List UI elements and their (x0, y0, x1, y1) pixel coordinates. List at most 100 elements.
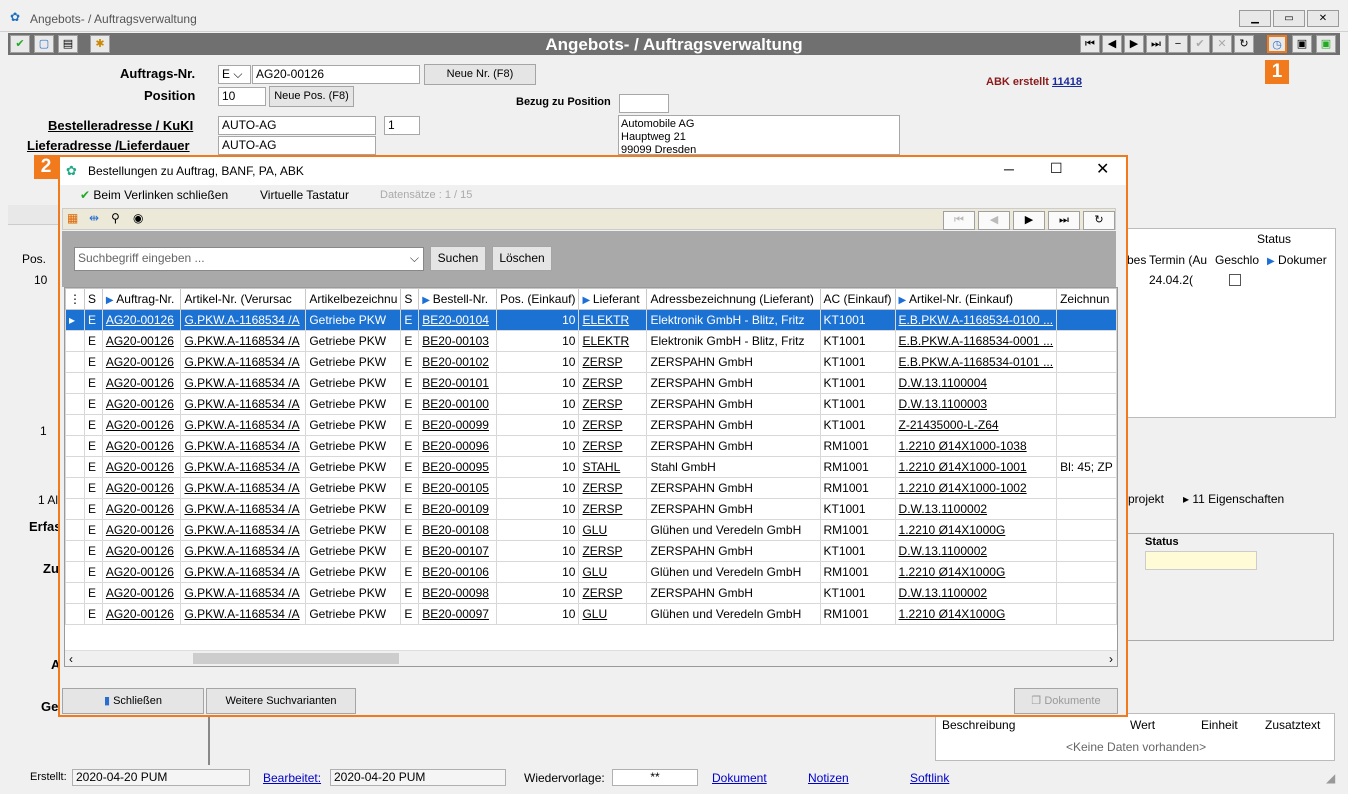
dialog-close-icon[interactable]: ✕ (1096, 159, 1109, 179)
prev-record-icon[interactable]: ◀ (1102, 35, 1122, 53)
besteller-field[interactable]: AUTO-AG (218, 116, 376, 135)
table-cell[interactable]: ZERSP (578, 393, 648, 415)
table-cell[interactable]: AG20-00126 (101, 498, 182, 520)
cancel-record-icon[interactable]: ✕ (1212, 35, 1232, 53)
table-cell[interactable]: ELEKTR (578, 309, 648, 331)
table-cell[interactable]: ZERSP (578, 477, 648, 499)
table-cell[interactable]: BE20-00100 (418, 393, 498, 415)
box-icon[interactable]: ▣ (1292, 35, 1312, 53)
bezug-field[interactable] (619, 94, 669, 113)
table-cell[interactable]: G.PKW.A-1168534 /A (180, 435, 307, 457)
liefer-label[interactable]: Lieferadresse /Lieferdauer (27, 138, 190, 153)
grid-hscrollbar[interactable]: ‹ › (65, 650, 1117, 666)
table-cell[interactable]: AG20-00126 (101, 540, 182, 562)
refresh-icon[interactable]: ↻ (1234, 35, 1254, 53)
abk-link[interactable]: 11418 (1052, 76, 1082, 88)
table-cell[interactable]: G.PKW.A-1168534 /A (180, 603, 307, 625)
grid-filter-icon[interactable]: ⚲ (111, 211, 120, 225)
table-cell[interactable]: AG20-00126 (101, 519, 182, 541)
table-cell[interactable]: D.W.13.1100003 (894, 393, 1058, 415)
table-row[interactable]: E AG20-00126 G.PKW.A-1168534 /A Getriebe PK… (65, 603, 1117, 625)
table-cell[interactable]: AG20-00126 (101, 330, 182, 352)
column-header[interactable]: ▶ Auftrag-Nr. (101, 288, 182, 310)
neue-pos-button[interactable]: Neue Pos. (F8) (269, 86, 354, 107)
table-cell[interactable]: BE20-00103 (418, 330, 498, 352)
table-cell[interactable]: AG20-00126 (101, 561, 182, 583)
virtual-keyboard-button[interactable]: Virtuelle Tastatur (260, 188, 349, 202)
besteller-label[interactable]: Bestelleradresse / KuKI (48, 118, 193, 133)
table-row[interactable]: E AG20-00126 G.PKW.A-1168534 /A Getriebe PK… (65, 435, 1117, 457)
table-cell[interactable]: D.W.13.1100002 (894, 582, 1058, 604)
column-header[interactable]: S (84, 288, 103, 310)
table-cell[interactable]: D.W.13.1100002 (894, 540, 1058, 562)
table-row[interactable]: E AG20-00126 G.PKW.A-1168534 /A Getriebe PK… (65, 330, 1117, 352)
table-row[interactable]: E AG20-00126 G.PKW.A-1168534 /A Getriebe PK… (65, 477, 1117, 499)
table-cell[interactable]: ZERSP (578, 582, 648, 604)
grid-last-button[interactable]: ⏭ (1048, 211, 1080, 230)
table-row[interactable]: E AG20-00126 G.PKW.A-1168534 /A Getriebe PK… (65, 393, 1117, 415)
table-cell[interactable]: BE20-00104 (418, 309, 498, 331)
table-cell[interactable]: G.PKW.A-1168534 /A (180, 372, 307, 394)
table-cell[interactable]: G.PKW.A-1168534 /A (180, 351, 307, 373)
scroll-left-icon[interactable]: ‹ (69, 652, 73, 666)
column-header[interactable]: Zeichnun (1056, 288, 1117, 310)
table-cell[interactable]: BE20-00107 (418, 540, 498, 562)
grid-refresh-button[interactable]: ↻ (1083, 211, 1115, 230)
dokument-link[interactable]: Dokument (712, 771, 767, 785)
table-cell[interactable]: G.PKW.A-1168534 /A (180, 477, 307, 499)
bg-status-field[interactable] (1145, 551, 1257, 570)
more-search-button[interactable]: Weitere Suchvarianten (206, 688, 356, 714)
table-row[interactable]: E AG20-00126 G.PKW.A-1168534 /A Getriebe PK… (65, 561, 1117, 583)
table-cell[interactable]: BE20-00105 (418, 477, 498, 499)
table-cell[interactable]: D.W.13.1100004 (894, 372, 1058, 394)
table-cell[interactable]: AG20-00126 (101, 456, 182, 478)
grid-prev-button[interactable]: ◀ (978, 211, 1010, 230)
table-cell[interactable]: ZERSP (578, 498, 648, 520)
grid-layout-icon[interactable]: ▦ (67, 211, 78, 225)
bg-checkbox[interactable] (1229, 274, 1241, 286)
softlink-link[interactable]: Softlink (910, 771, 949, 785)
table-cell[interactable]: AG20-00126 (101, 582, 182, 604)
close-button[interactable]: ✕ (1307, 10, 1339, 27)
table-cell[interactable]: G.PKW.A-1168534 /A (180, 456, 307, 478)
table-cell[interactable]: 1.2210 Ø14X1000G (894, 519, 1058, 541)
bg-tab-eigenschaften[interactable]: ▸ 11 Eigenschaften (1183, 492, 1284, 506)
table-row[interactable]: E AG20-00126 G.PKW.A-1168534 /A Getriebe PK… (65, 498, 1117, 520)
column-header[interactable]: Artikel-Nr. (Verursac (180, 288, 307, 310)
table-cell[interactable]: BE20-00108 (418, 519, 498, 541)
table-cell[interactable]: G.PKW.A-1168534 /A (180, 582, 307, 604)
table-row[interactable]: E AG20-00126 G.PKW.A-1168534 /A Getriebe PK… (65, 582, 1117, 604)
table-cell[interactable]: 1.2210 Ø14X1000G (894, 603, 1058, 625)
table-row[interactable]: E AG20-00126 G.PKW.A-1168534 /A Getriebe PK… (65, 351, 1117, 373)
auftrags-nr-field[interactable]: AG20-00126 (252, 65, 420, 84)
table-row[interactable]: E AG20-00126 G.PKW.A-1168534 /A Getriebe PK… (65, 414, 1117, 436)
scroll-right-icon[interactable]: › (1109, 652, 1113, 666)
table-cell[interactable]: AG20-00126 (101, 414, 182, 436)
wiedervorlage-field[interactable]: ** (612, 769, 698, 786)
auftrags-prefix-select[interactable]: E ⌵ (218, 65, 251, 84)
resize-grip-icon[interactable]: ◢ (1326, 771, 1335, 785)
column-header[interactable]: S (400, 288, 420, 310)
table-cell[interactable]: AG20-00126 (101, 372, 182, 394)
box-check-icon[interactable]: ▣ (1316, 35, 1336, 53)
table-row[interactable]: ▸ E AG20-00126 G.PKW.A-1168534 /A Getriebe P… (65, 309, 1117, 331)
table-cell[interactable]: AG20-00126 (101, 435, 182, 457)
table-row[interactable]: E AG20-00126 G.PKW.A-1168534 /A Getriebe PK… (65, 540, 1117, 562)
bg-tab-ok[interactable]: 1 Al (38, 493, 58, 507)
table-row[interactable]: E AG20-00126 G.PKW.A-1168534 /A Getriebe PK… (65, 372, 1117, 394)
table-cell[interactable]: BE20-00102 (418, 351, 498, 373)
table-cell[interactable]: ZERSP (578, 351, 648, 373)
table-cell[interactable]: G.PKW.A-1168534 /A (180, 309, 307, 331)
search-input[interactable]: Suchbegriff eingeben ... ⌵ (74, 247, 424, 271)
last-record-icon[interactable]: ⏭ (1146, 35, 1166, 53)
orders-clock-icon[interactable]: ◷ (1267, 35, 1287, 53)
table-cell[interactable]: AG20-00126 (101, 393, 182, 415)
table-cell[interactable]: G.PKW.A-1168534 /A (180, 393, 307, 415)
column-header[interactable]: ▶ Artikel-Nr. (Einkauf) (894, 288, 1058, 310)
table-cell[interactable]: AG20-00126 (101, 309, 182, 331)
table-cell[interactable]: G.PKW.A-1168534 /A (180, 519, 307, 541)
table-cell[interactable]: D.W.13.1100002 (894, 498, 1058, 520)
search-button[interactable]: Suchen (430, 246, 486, 271)
column-header[interactable]: ▶ Lieferant (578, 288, 648, 310)
column-header[interactable]: Pos. (Einkauf) (496, 288, 580, 310)
